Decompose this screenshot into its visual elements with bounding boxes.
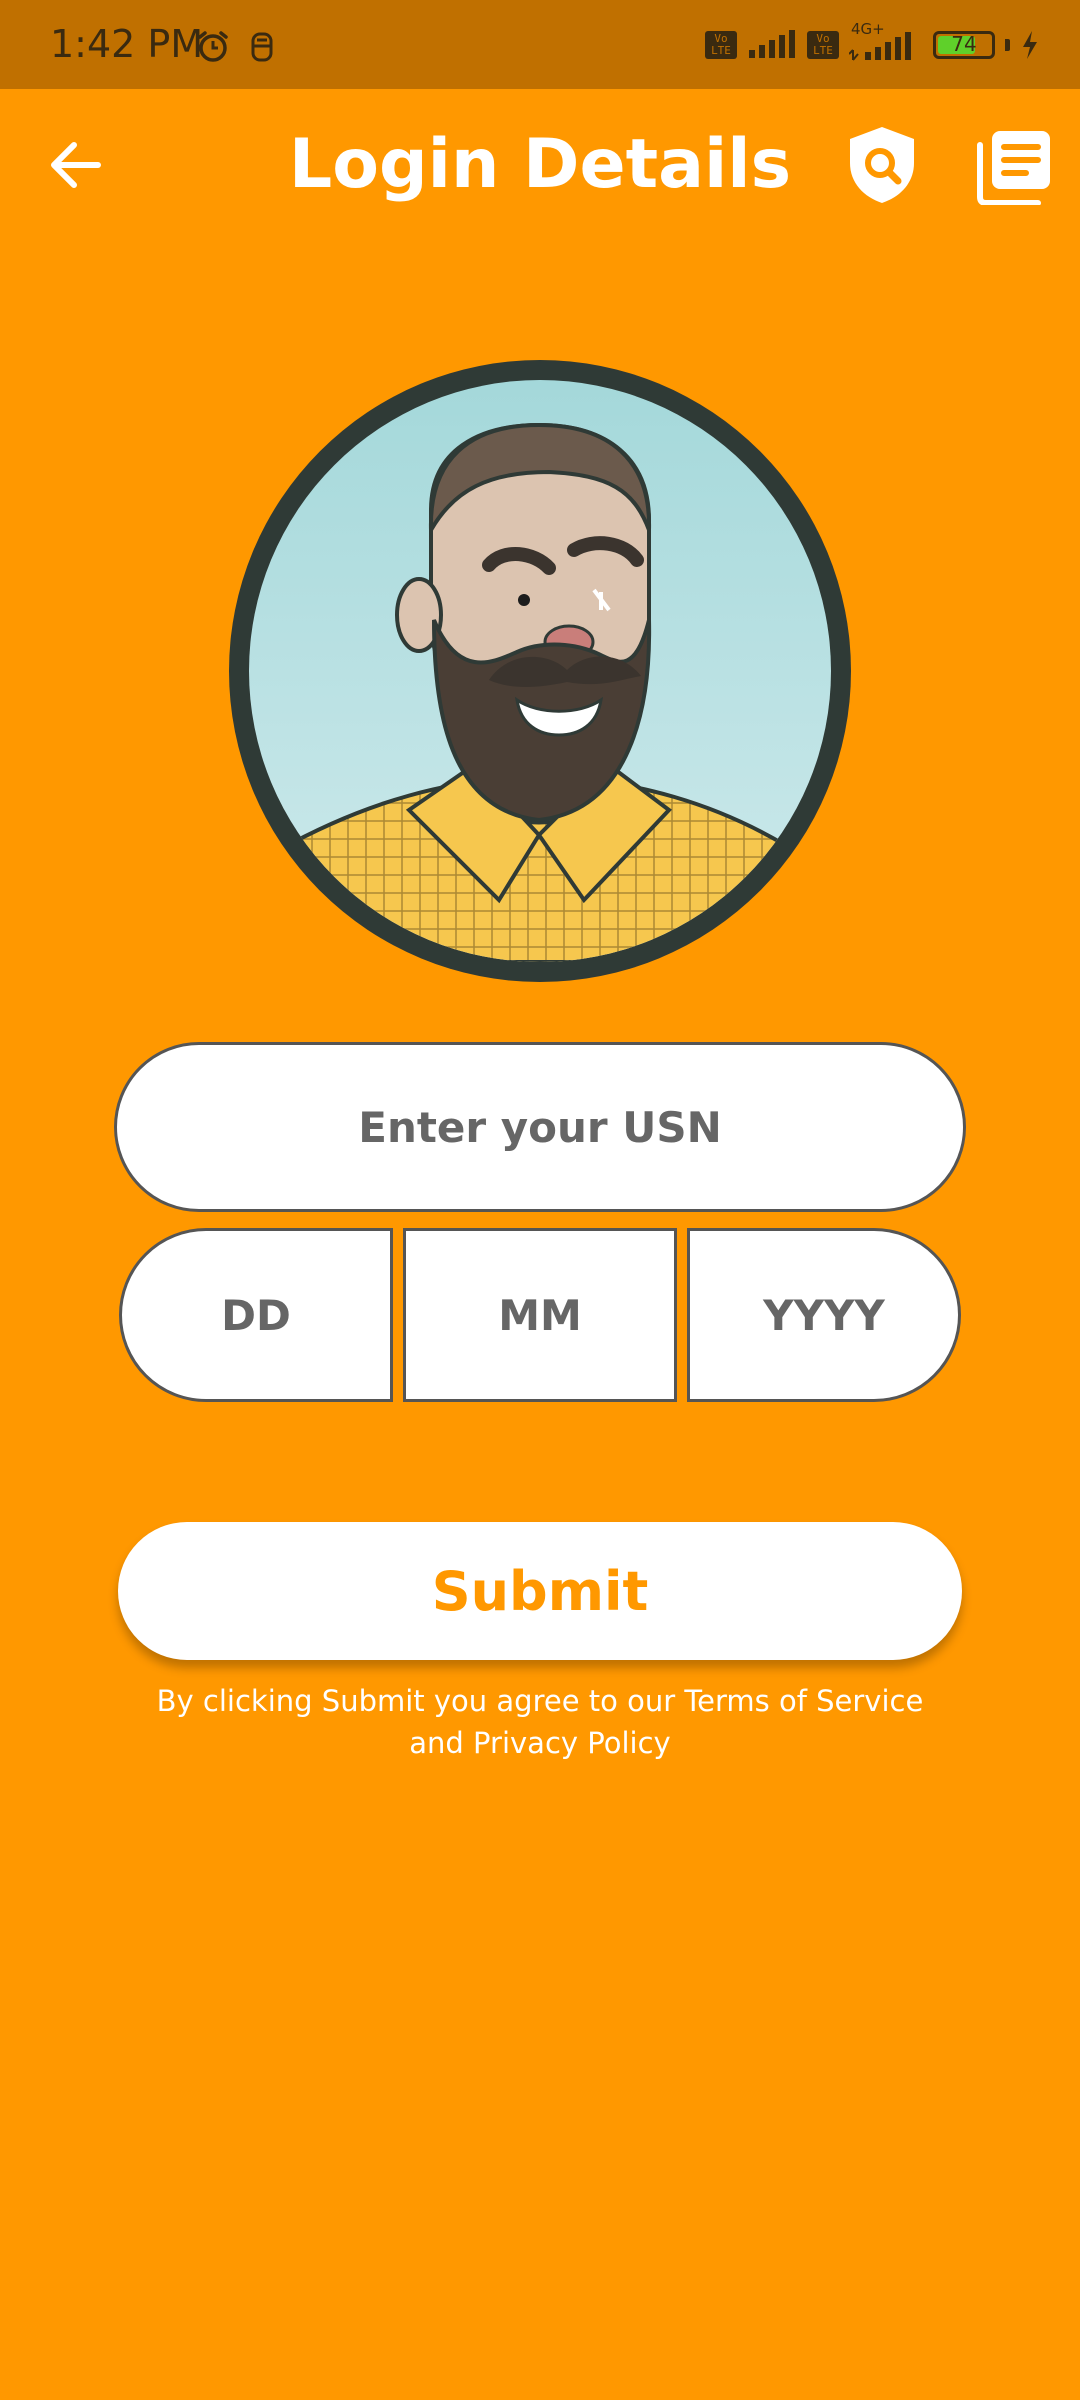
charging-icon: [1023, 31, 1037, 59]
page-title: Login Details: [288, 125, 792, 204]
terms-notice: By clicking Submit you agree to our Term…: [140, 1680, 940, 1764]
month-input[interactable]: [403, 1228, 677, 1402]
battery-indicator: 74: [933, 31, 995, 59]
shield-search-icon[interactable]: [846, 125, 918, 205]
avatar-illustration: [249, 380, 831, 962]
alarm-icon: [198, 31, 228, 62]
signal-strength-icon: [749, 30, 795, 58]
status-time: 1:42 PM: [50, 22, 204, 66]
status-icons-right: Vo LTE Vo LTE 4G+ 74: [705, 20, 1040, 62]
app-header: Login Details: [0, 89, 1080, 249]
battery-level: 74: [951, 32, 977, 56]
status-icons-left: [196, 30, 276, 64]
terms-line-1: By clicking Submit you agree to our Term…: [156, 1684, 924, 1718]
avatar: [229, 360, 851, 982]
battery-tip: [1005, 39, 1010, 51]
terms-line-2: and Privacy Policy: [409, 1726, 671, 1760]
document-list-icon[interactable]: [976, 129, 1052, 205]
day-input[interactable]: [119, 1228, 393, 1402]
volte-badge-2: Vo LTE: [807, 31, 839, 59]
app-notification-icon: [251, 32, 273, 62]
bearded-man-illustration: [249, 380, 831, 962]
year-input[interactable]: [687, 1228, 961, 1402]
status-bar: 1:42 PM Vo LTE Vo LTE 4G+ 74: [0, 0, 1080, 89]
volte-badge: Vo LTE: [705, 31, 737, 59]
usn-input[interactable]: [114, 1042, 966, 1212]
submit-button[interactable]: Submit: [118, 1522, 962, 1660]
date-of-birth-row: [119, 1228, 961, 1404]
mobile-data-signal: 4G+: [849, 20, 915, 62]
signal-strength-icon-2: [849, 32, 911, 61]
